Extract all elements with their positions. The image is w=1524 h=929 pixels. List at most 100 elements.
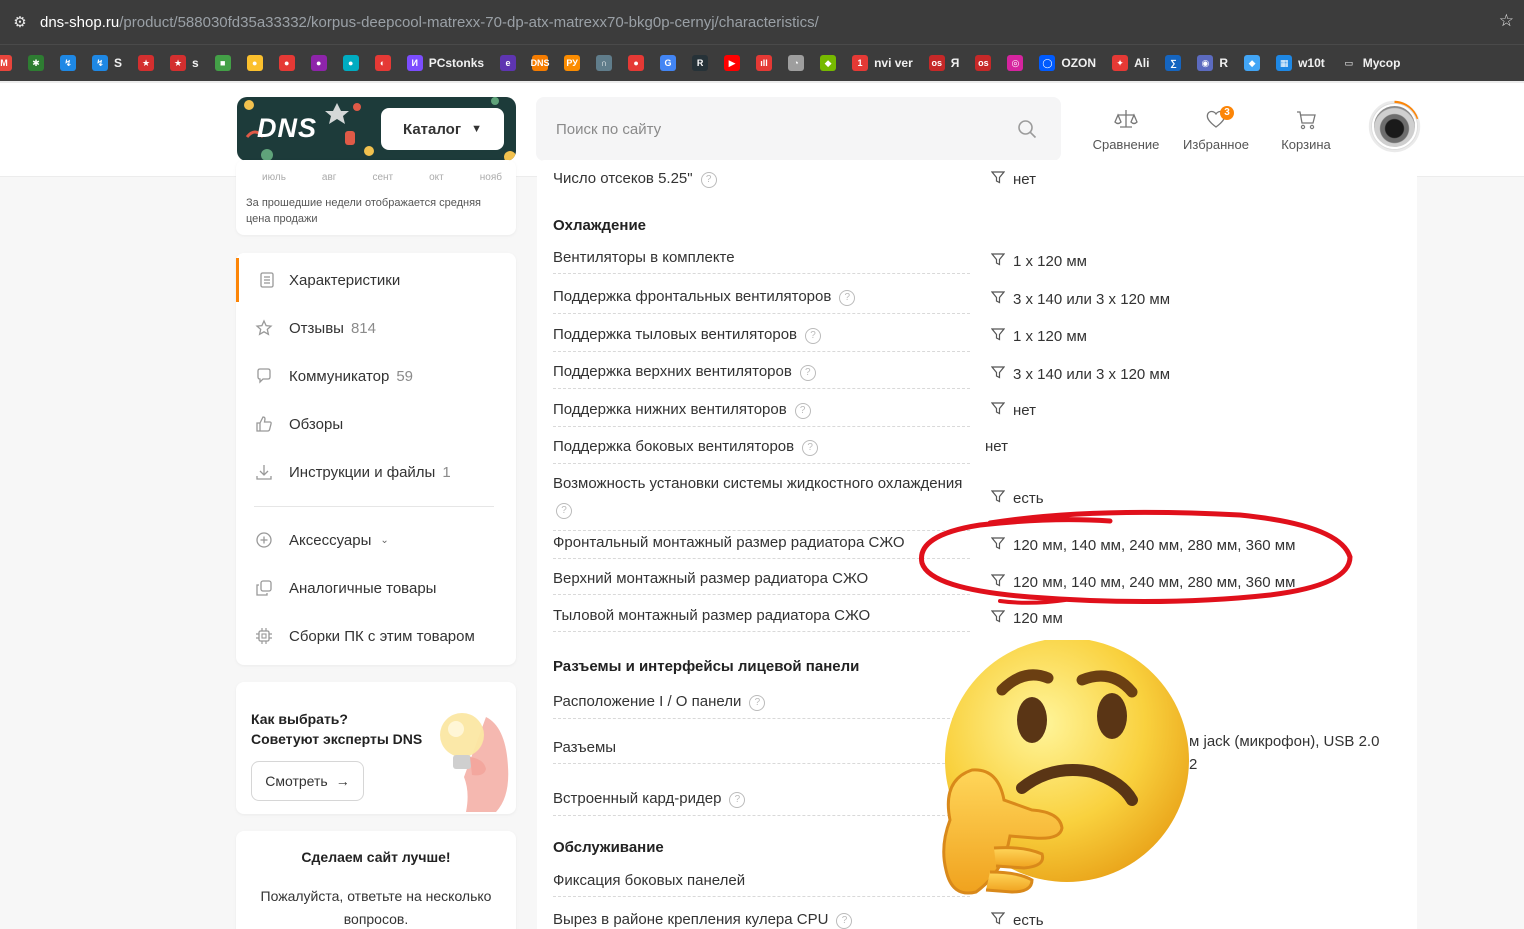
bookmark-item[interactable]: ◐ [374, 51, 391, 75]
cart-link[interactable]: Корзина [1268, 107, 1344, 152]
help-icon[interactable]: ? [805, 328, 821, 344]
bookmark-label: PCstonks [428, 56, 485, 70]
bookmark-item[interactable]: ▦ w10t [1276, 51, 1325, 75]
expert-tips-card: Как выбрать? Советуют эксперты DNS Смотр… [236, 682, 516, 814]
bookmark-item[interactable]: ◎ [1007, 51, 1024, 75]
nav-item-communicator[interactable]: Коммуникатор 59 [236, 354, 516, 398]
bookmark-item[interactable]: ● [628, 51, 645, 75]
red-annotation-circle [919, 509, 1353, 605]
bookmark-item[interactable]: ● [310, 51, 327, 75]
spec-value: 1 x 120 мм [990, 252, 1087, 270]
bookmark-item[interactable]: ∑ [1165, 51, 1182, 75]
url-field[interactable]: dns-shop.ru/product/588030fd35a33332/kor… [40, 14, 819, 31]
bookmark-favicon-icon: 1 [852, 55, 869, 71]
spec-name-text: Фронтальный монтажный размер радиатора С… [553, 534, 905, 551]
spec-value: нет [985, 438, 1008, 455]
bookmark-item[interactable]: ıll [756, 51, 773, 75]
help-icon[interactable]: ? [794, 403, 811, 419]
favorites-count-badge: 3 [1220, 106, 1234, 120]
filter-icon[interactable] [990, 365, 1006, 383]
bookmark-item[interactable]: DNS [531, 51, 550, 75]
bookmark-label: R [1219, 56, 1229, 70]
help-icon[interactable]: ? [839, 290, 856, 306]
bookmark-item[interactable]: ↯ S [92, 51, 122, 75]
bookmark-item[interactable]: ∩ [596, 51, 613, 75]
bookmark-label: Ali [1134, 56, 1150, 70]
help-icon[interactable]: ? [729, 792, 746, 808]
favorites-link[interactable]: 3 Избранное [1178, 106, 1254, 152]
filter-icon[interactable] [990, 290, 1006, 308]
bookmark-favicon-icon: ● [246, 55, 263, 71]
bookmark-item[interactable]: ↯ [60, 51, 76, 75]
bookmark-item[interactable]: ★ s [170, 51, 199, 75]
bookmark-favicon-icon: ✦ [1112, 55, 1129, 71]
nav-item-overviews[interactable]: Обзоры [236, 402, 516, 446]
filter-icon[interactable] [990, 252, 1006, 270]
bookmark-item[interactable]: M [0, 51, 12, 75]
bookmark-item[interactable]: ◯ OZON [1039, 51, 1096, 75]
nav-item-files[interactable]: Инструкции и файлы 1 [236, 450, 516, 494]
bookmark-item[interactable]: 1 nvi ver [852, 51, 913, 75]
filter-icon[interactable] [990, 327, 1006, 345]
bookmark-item[interactable]: ✱ [28, 51, 44, 75]
bookmark-item[interactable]: e [500, 51, 517, 75]
site-settings-icon[interactable]: ⚙ [0, 13, 40, 31]
price-history-card: июль авг сент окт нояб За прошедшие недели о… [236, 160, 516, 235]
user-avatar[interactable] [1372, 104, 1417, 149]
bookmark-item[interactable]: РУ [564, 51, 581, 75]
catalog-button[interactable]: Каталог ▼ [381, 108, 504, 150]
bookmark-item[interactable]: R [692, 51, 709, 75]
spec-name: Встроенный кард-ридер? [553, 790, 970, 816]
help-icon[interactable]: ? [836, 913, 853, 929]
url-path: /product/588030fd35a33332/korpus-deepcoo… [119, 13, 819, 31]
bookmark-item[interactable]: ▶ [724, 51, 741, 75]
bookmark-favicon-icon: ∩ [596, 55, 613, 71]
spec-name-text: Вентиляторы в комплекте [553, 249, 735, 266]
spec-value: нет [990, 401, 1036, 419]
search-input[interactable] [536, 97, 1006, 161]
bookmark-item[interactable]: ▭ Мусор [1340, 51, 1400, 75]
chat-bubble-icon [257, 368, 271, 384]
help-icon[interactable]: ? [556, 503, 572, 519]
bookmark-favicon-icon: e [500, 55, 517, 71]
filter-icon[interactable] [990, 911, 1006, 929]
spec-name-text: Поддержка нижних вентиляторов [553, 401, 787, 418]
nav-label: Обзоры [289, 415, 344, 433]
expert-tips-title: Как выбрать? Советуют эксперты DNS [251, 709, 422, 749]
bookmark-item[interactable]: И PCstonks [406, 51, 485, 75]
bookmark-item[interactable]: ★ [138, 51, 155, 75]
nav-item-accessories[interactable]: Аксессуары ⌄ [236, 518, 516, 562]
spec-name: Фронтальный монтажный размер радиатора С… [553, 534, 970, 559]
nav-item-reviews[interactable]: Отзывы 814 [236, 306, 516, 350]
nav-item-similar[interactable]: Аналогичные товары [236, 566, 516, 610]
bookmark-favicon-icon: ◆ [1244, 55, 1261, 71]
help-icon[interactable]: ? [802, 440, 819, 456]
nav-item-builds[interactable]: Сборки ПК с этим товаром [236, 614, 516, 658]
bookmark-item[interactable]: ◆ [1244, 51, 1261, 75]
nav-item-characteristics[interactable]: Характеристики [236, 258, 516, 302]
help-icon[interactable]: ? [749, 695, 766, 711]
help-icon[interactable]: ? [700, 172, 717, 188]
spec-value-text: 2 [1189, 756, 1198, 773]
dns-logo-banner[interactable]: DNS Каталог ▼ [237, 97, 516, 161]
bookmark-item[interactable]: ● [342, 51, 359, 75]
expert-tips-view-button[interactable]: Смотреть → [251, 761, 364, 801]
bookmark-item[interactable]: ● [246, 51, 263, 75]
bookmark-item[interactable]: ◔ [788, 51, 805, 75]
filter-icon[interactable] [990, 170, 1006, 188]
bookmark-item[interactable]: ● [278, 51, 295, 75]
search-icon[interactable] [1017, 119, 1037, 139]
bookmark-item[interactable]: os Я [928, 51, 959, 75]
bookmark-item[interactable]: ◉ R [1197, 51, 1228, 75]
compare-link[interactable]: Сравнение [1088, 107, 1164, 152]
bookmark-item[interactable]: ■ [214, 51, 231, 75]
bookmark-favicon-icon: ◉ [1197, 55, 1214, 71]
bookmark-item[interactable]: os [975, 51, 992, 75]
catalog-label: Каталог [402, 120, 462, 138]
bookmark-item[interactable]: G [660, 51, 677, 75]
bookmark-item[interactable]: ✦ Ali [1112, 51, 1149, 75]
bookmark-item[interactable]: ◆ [820, 51, 837, 75]
help-icon[interactable]: ? [799, 365, 816, 381]
bookmark-star-icon[interactable]: ☆ [1499, 11, 1514, 31]
filter-icon[interactable] [990, 401, 1006, 419]
